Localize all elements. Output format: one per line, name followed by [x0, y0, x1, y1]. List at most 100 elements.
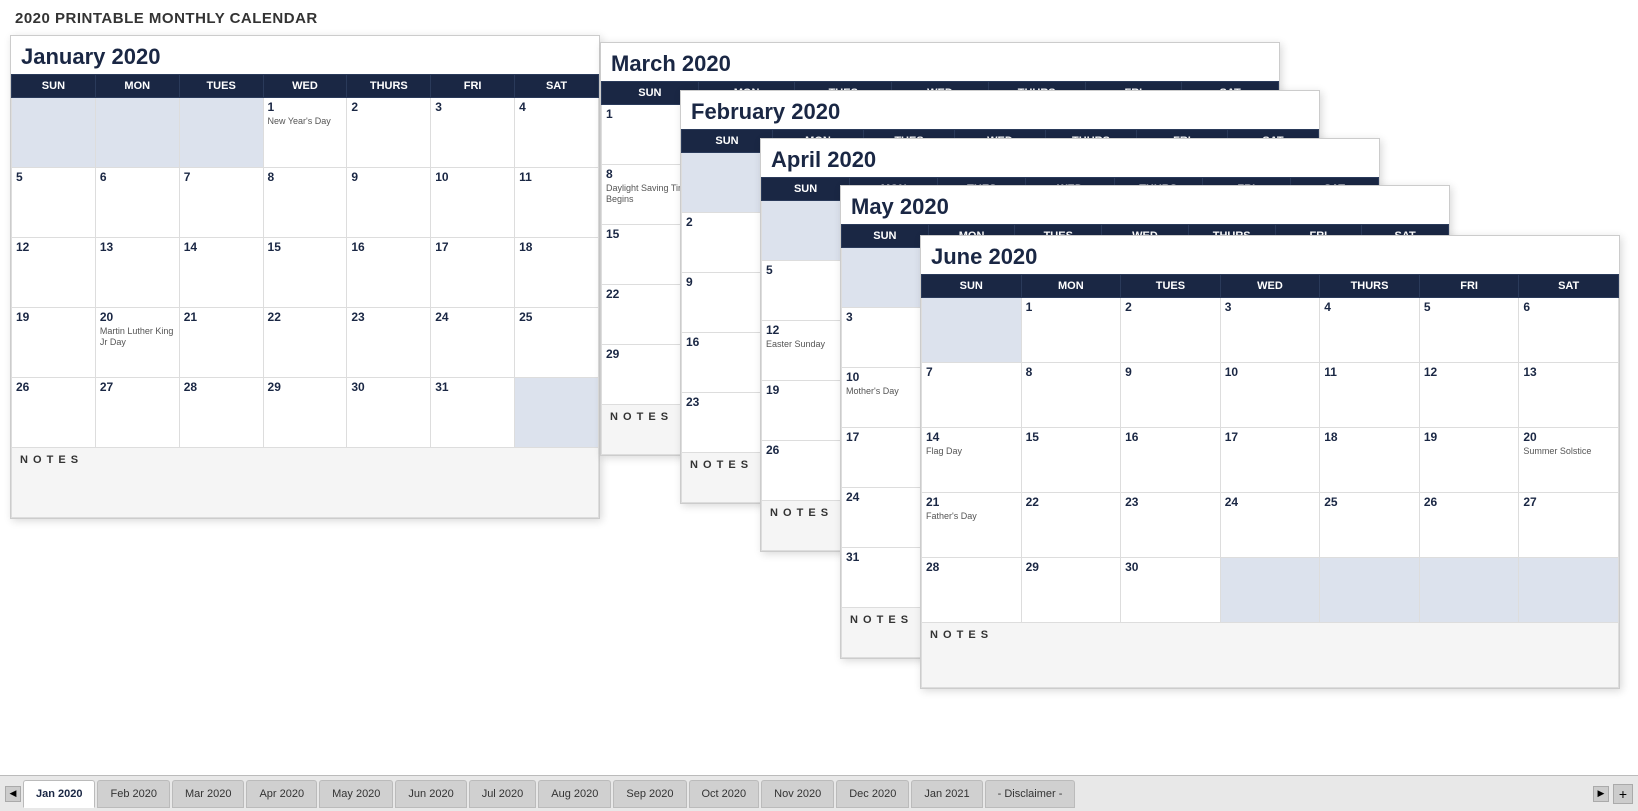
jun-header-sat: SAT — [1519, 275, 1619, 298]
table-row: 17 — [431, 238, 515, 308]
tab-mar-2020[interactable]: Mar 2020 — [172, 780, 244, 808]
june-title: June 2020 — [921, 236, 1619, 274]
table-row: 26 — [1419, 493, 1519, 558]
table-row: 29 — [1021, 558, 1121, 623]
table-row: 10 — [431, 168, 515, 238]
table-row: 9 — [347, 168, 431, 238]
jan-notes: N O T E S — [12, 448, 599, 518]
tab-apr-2020[interactable]: Apr 2020 — [246, 780, 317, 808]
table-row: 29 — [263, 378, 347, 448]
table-row: 1 — [1021, 298, 1121, 363]
tab-nov-2020[interactable]: Nov 2020 — [761, 780, 834, 808]
tab-jul-2020[interactable]: Jul 2020 — [469, 780, 537, 808]
table-row: 22 — [263, 308, 347, 378]
table-row: 8 — [1021, 363, 1121, 428]
table-row: 31 — [431, 378, 515, 448]
table-row: 4 — [515, 98, 599, 168]
table-row: 3 — [431, 98, 515, 168]
jan-header-sat: SAT — [515, 75, 599, 98]
table-row: 18 — [515, 238, 599, 308]
table-row: 8 — [263, 168, 347, 238]
table-row: 13 — [1519, 363, 1619, 428]
tab-add-button[interactable]: + — [1613, 784, 1633, 804]
table-row: 17 — [1220, 428, 1320, 493]
january-grid: SUN MON TUES WED THURS FRI SAT 1New Year… — [11, 74, 599, 518]
table-row: 30 — [347, 378, 431, 448]
table-row: 13 — [95, 238, 179, 308]
table-row: 24 — [1220, 493, 1320, 558]
table-row: 11 — [1320, 363, 1420, 428]
jan-header-sun: SUN — [12, 75, 96, 98]
tab-aug-2020[interactable]: Aug 2020 — [538, 780, 611, 808]
jan-header-wed: WED — [263, 75, 347, 98]
table-row: 27 — [1519, 493, 1619, 558]
table-row: 22 — [1021, 493, 1121, 558]
table-row: 7 — [922, 363, 1022, 428]
table-row: 2 — [347, 98, 431, 168]
tab---disclaimer--[interactable]: - Disclaimer - — [985, 780, 1076, 808]
table-row — [1220, 558, 1320, 623]
jun-header-wed: WED — [1220, 275, 1320, 298]
tab-oct-2020[interactable]: Oct 2020 — [689, 780, 760, 808]
tab-scroll-left[interactable]: ◀ — [5, 786, 21, 802]
table-row — [179, 98, 263, 168]
table-row: 11 — [515, 168, 599, 238]
tab-scroll-right[interactable]: ▶ — [1593, 786, 1609, 802]
tab-dec-2020[interactable]: Dec 2020 — [836, 780, 909, 808]
table-row: 6 — [95, 168, 179, 238]
table-row: 7 — [179, 168, 263, 238]
jun-header-tues: TUES — [1121, 275, 1221, 298]
table-row — [922, 298, 1022, 363]
table-row — [12, 98, 96, 168]
table-row: 1New Year's Day — [263, 98, 347, 168]
jun-header-thurs: THURS — [1320, 275, 1420, 298]
tab-jan-2020[interactable]: Jan 2020 — [23, 780, 95, 808]
table-row: 21Father's Day — [922, 493, 1022, 558]
jun-header-sun: SUN — [922, 275, 1022, 298]
page-title: 2020 PRINTABLE MONTHLY CALENDAR — [15, 10, 1623, 27]
table-row — [1419, 558, 1519, 623]
tab-jun-2020[interactable]: Jun 2020 — [395, 780, 466, 808]
june-grid: SUN MON TUES WED THURS FRI SAT 123456789… — [921, 274, 1619, 688]
table-row: 23 — [1121, 493, 1221, 558]
table-row: 19 — [1419, 428, 1519, 493]
jun-header-fri: FRI — [1419, 275, 1519, 298]
april-title: April 2020 — [761, 139, 1379, 177]
table-row: 28 — [922, 558, 1022, 623]
table-row: 15 — [263, 238, 347, 308]
table-row: 6 — [1519, 298, 1619, 363]
tab-bar: ◀ Jan 2020Feb 2020Mar 2020Apr 2020May 20… — [0, 775, 1638, 811]
table-row: 4 — [1320, 298, 1420, 363]
jun-notes: N O T E S — [922, 623, 1619, 688]
table-row: 19 — [12, 308, 96, 378]
table-row: 14Flag Day — [922, 428, 1022, 493]
table-row: 26 — [12, 378, 96, 448]
table-row: 25 — [515, 308, 599, 378]
may-title: May 2020 — [841, 186, 1449, 224]
table-row: 12 — [1419, 363, 1519, 428]
table-row: 5 — [1419, 298, 1519, 363]
january-calendar: January 2020 SUN MON TUES WED THURS FRI … — [10, 35, 600, 519]
table-row: 27 — [95, 378, 179, 448]
table-row: 9 — [1121, 363, 1221, 428]
table-row: 14 — [179, 238, 263, 308]
table-row — [95, 98, 179, 168]
february-title: February 2020 — [681, 91, 1319, 129]
table-row — [1519, 558, 1619, 623]
tab-sep-2020[interactable]: Sep 2020 — [613, 780, 686, 808]
table-row — [1320, 558, 1420, 623]
table-row: 20Summer Solstice — [1519, 428, 1619, 493]
tab-jan-2021[interactable]: Jan 2021 — [911, 780, 982, 808]
table-row: 20Martin Luther King Jr Day — [95, 308, 179, 378]
table-row: 16 — [1121, 428, 1221, 493]
jan-header-mon: MON — [95, 75, 179, 98]
table-row: 30 — [1121, 558, 1221, 623]
table-row: 21 — [179, 308, 263, 378]
tab-may-2020[interactable]: May 2020 — [319, 780, 393, 808]
table-row: 18 — [1320, 428, 1420, 493]
tab-feb-2020[interactable]: Feb 2020 — [97, 780, 169, 808]
table-row: 15 — [1021, 428, 1121, 493]
table-row: 5 — [12, 168, 96, 238]
table-row: 28 — [179, 378, 263, 448]
table-row: 3 — [1220, 298, 1320, 363]
